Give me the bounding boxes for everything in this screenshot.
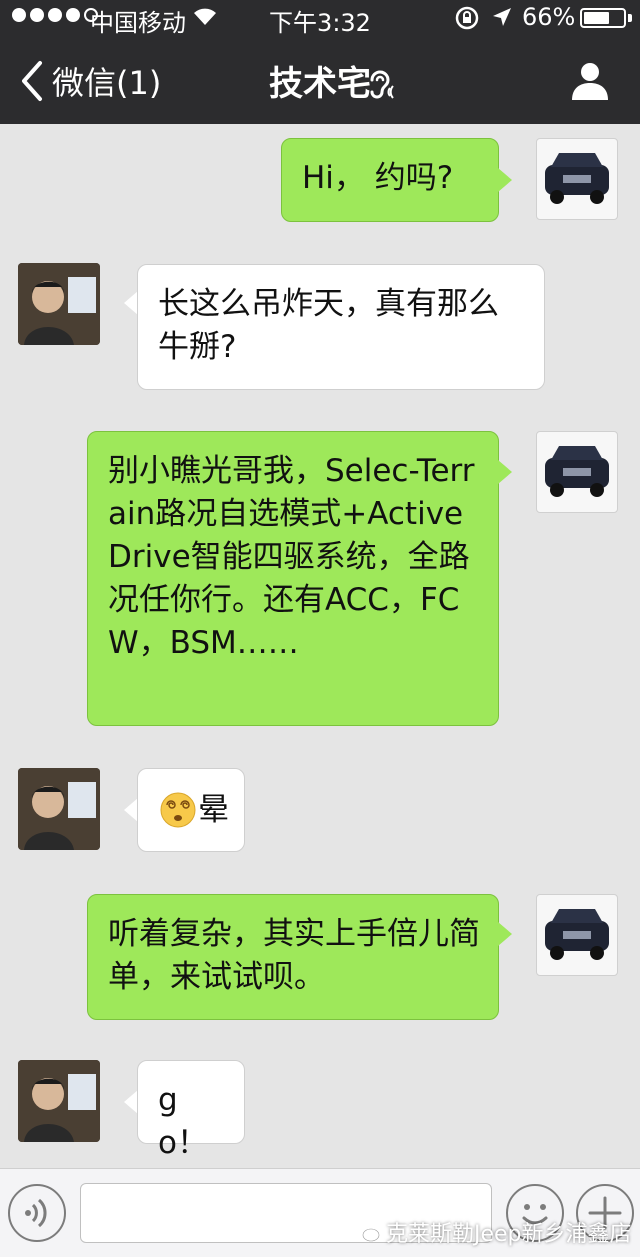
rotation-lock-icon [455,6,479,30]
battery-level-fill [584,12,609,24]
car-avatar-icon [545,153,609,204]
avatar[interactable] [18,263,100,345]
location-arrow-icon [493,8,511,26]
message-bubble-received[interactable]: 长这么吊炸天，真有那么牛掰? [137,264,545,390]
voice-icon [25,1198,47,1228]
bubble-tail [498,168,512,192]
message-bubble-sent[interactable]: Hi， 约吗? [281,138,499,222]
message-text: 别小瞧光哥我，Selec-Terrain路况自选模式+Active Drive智… [108,453,475,661]
avatar[interactable] [536,138,618,220]
back-arrow-icon [22,61,42,101]
watermark: 克莱斯勒Jeep新乡浦鑫店 [354,1216,632,1248]
dizzy-face-icon [160,792,196,828]
back-button[interactable]: 微信(1) [16,58,161,104]
person-avatar-icon [18,768,100,850]
status-bar: 中国移动 下午3:32 66% [0,0,640,37]
avatar[interactable] [18,1060,100,1142]
bubble-tail [124,798,138,822]
header: 中国移动 下午3:32 66% 微信(1) 技术宅 [0,0,640,124]
battery-cap [628,14,632,22]
ear-icon [370,70,394,99]
nav-bar: 微信(1) 技术宅 [0,36,640,124]
profile-icon[interactable] [568,58,612,102]
message-text: Hi， 约吗? [302,160,454,196]
car-avatar-icon [545,446,609,497]
voice-button[interactable] [8,1184,66,1242]
message-bubble-received[interactable]: 晕 [137,768,245,852]
bubble-tail [498,460,512,484]
bubble-tail [124,1090,138,1114]
back-label: 微信(1) [52,64,162,102]
message-text: 晕 [198,791,229,828]
car-avatar-icon [545,909,609,960]
bubble-tail [124,291,138,315]
battery-percent: 66% [522,3,576,31]
message-text: 长这么吊炸天，真有那么牛掰? [158,286,499,365]
avatar[interactable] [536,894,618,976]
avatar[interactable] [18,768,100,850]
avatar[interactable] [536,431,618,513]
message-bubble-sent[interactable]: 听着复杂，其实上手倍儿简单，来试试呗。 [87,894,499,1020]
person-avatar-icon [18,263,100,345]
message-text: 听着复杂，其实上手倍儿简单，来试试呗。 [108,916,480,995]
chat-title: 技术宅 [269,64,371,104]
wechat-logo-icon [355,1223,380,1242]
bubble-tail [498,922,512,946]
message-bubble-sent[interactable]: 别小瞧光哥我，Selec-Terrain路况自选模式+Active Drive智… [87,431,499,726]
battery-icon [580,8,626,28]
message-text: go！ [158,1082,208,1161]
watermark-text: 克莱斯勒Jeep新乡浦鑫店 [386,1222,632,1247]
message-bubble-received[interactable]: go！ [137,1060,245,1161]
person-avatar-icon [18,1060,100,1142]
